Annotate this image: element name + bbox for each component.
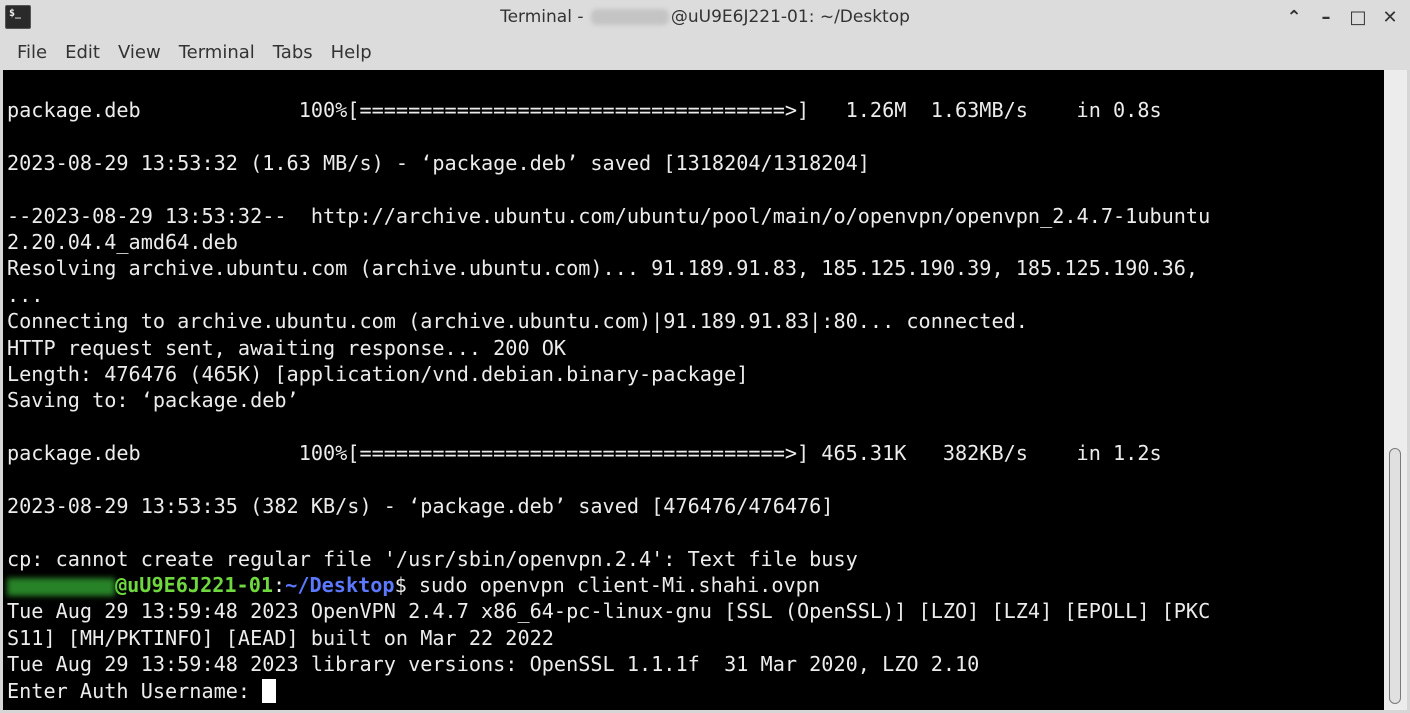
terminal-line: 2023-08-29 13:53:32 (1.63 MB/s) - ‘packa… xyxy=(7,150,870,175)
terminal-line: Saving to: ‘package.deb’ xyxy=(7,388,299,413)
terminal-line: Tue Aug 29 13:59:48 2023 OpenVPN 2.4.7 x… xyxy=(7,599,1211,624)
menu-file[interactable]: File xyxy=(8,42,56,63)
terminal-lines: package.deb 100%[=======================… xyxy=(7,97,1210,704)
close-button[interactable]: ✕ xyxy=(1380,7,1400,28)
scrollbar-thumb[interactable] xyxy=(1389,448,1401,704)
menu-view[interactable]: View xyxy=(109,42,170,63)
prompt-command: sudo openvpn client-Mi.shahi.ovpn xyxy=(418,573,820,598)
menu-tabs[interactable]: Tabs xyxy=(264,42,322,63)
window-title-prefix: Terminal - xyxy=(500,7,589,27)
prompt-dollar: $ xyxy=(394,573,419,598)
terminal-line: --2023-08-29 13:53:32-- http://archive.u… xyxy=(7,203,1211,228)
terminal-line: Length: 476476 (465K) [application/vnd.d… xyxy=(7,361,749,386)
prompt-host: @uU9E6J221-01 xyxy=(115,573,274,598)
menu-edit[interactable]: Edit xyxy=(56,42,109,63)
window-title: Terminal - @uU9E6J221-01: ~/Desktop xyxy=(0,7,1410,27)
terminal-line: Resolving archive.ubuntu.com (archive.ub… xyxy=(7,256,1199,281)
terminal-line: ... xyxy=(7,282,44,307)
text-cursor xyxy=(262,678,277,703)
terminal-line: 2.20.04.4_amd64.deb xyxy=(7,229,238,254)
prompt-path: ~/Desktop xyxy=(285,573,395,598)
maximize-up-icon[interactable]: ⌃ xyxy=(1284,7,1304,28)
terminal-line: cp: cannot create regular file '/usr/sbi… xyxy=(7,546,858,571)
maximize-button[interactable]: □ xyxy=(1348,7,1368,28)
terminal-line: 2023-08-29 13:53:35 (382 KB/s) - ‘packag… xyxy=(7,493,834,518)
menu-terminal[interactable]: Terminal xyxy=(170,42,264,63)
terminal-line: Connecting to archive.ubuntu.com (archiv… xyxy=(7,309,1028,334)
auth-username-line[interactable]: Enter Auth Username: xyxy=(7,678,1210,704)
terminal-line: package.deb 100%[=======================… xyxy=(7,98,1162,122)
auth-username-prompt: Enter Auth Username: xyxy=(7,678,263,703)
terminal-line: S11] [MH/PKTINFO] [AEAD] built on Mar 22… xyxy=(7,625,554,650)
terminal-line: Tue Aug 29 13:59:48 2023 library version… xyxy=(7,652,980,677)
redacted-username xyxy=(590,9,669,25)
menu-help[interactable]: Help xyxy=(322,42,381,63)
minimize-button[interactable]: – xyxy=(1316,7,1336,28)
redacted-prompt-user xyxy=(7,577,115,596)
terminal-output[interactable]: package.deb 100%[=======================… xyxy=(3,70,1384,710)
shell-prompt-line: @uU9E6J221-01:~/Desktop$ sudo openvpn cl… xyxy=(7,572,1210,598)
menu-bar: File Edit View Terminal Tabs Help xyxy=(0,34,1410,70)
terminal-line: package.deb 100%[=======================… xyxy=(7,441,1162,466)
terminal-line: HTTP request sent, awaiting response... … xyxy=(7,335,567,360)
terminal-scrollbar[interactable] xyxy=(1384,70,1407,710)
prompt-colon: : xyxy=(273,573,286,598)
title-bar[interactable]: $_ Terminal - @uU9E6J221-01: ~/Desktop ⌃… xyxy=(0,0,1410,34)
window-title-suffix: @uU9E6J221-01: ~/Desktop xyxy=(670,7,910,27)
